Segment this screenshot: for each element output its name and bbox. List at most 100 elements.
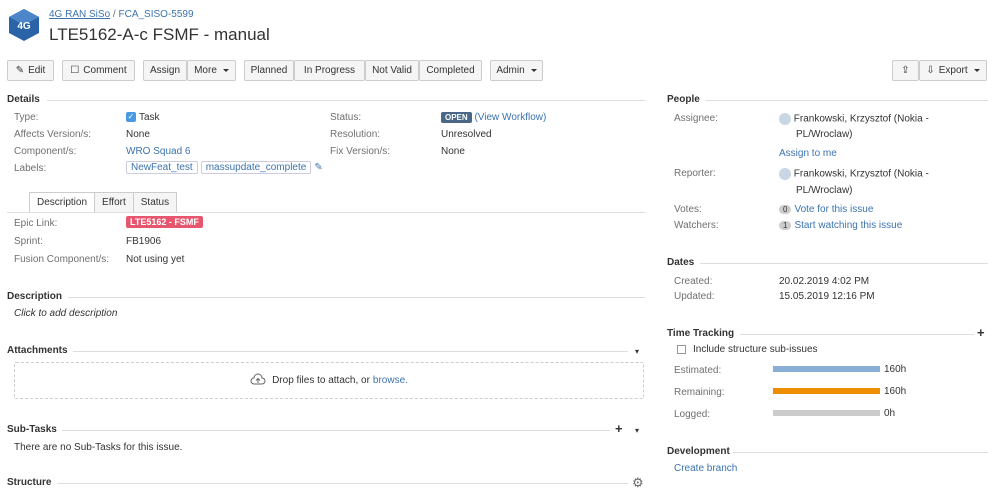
completed-button[interactable]: Completed <box>419 60 482 81</box>
status-value: OPEN (View Workflow) <box>441 112 546 123</box>
edit-button[interactable]: ✎ Edit <box>7 60 54 81</box>
labels-label: Labels: <box>14 163 47 174</box>
watch-link[interactable]: Start watching this issue <box>794 220 902 231</box>
votes-count: 0 <box>779 205 792 214</box>
include-subissues-checkbox[interactable] <box>677 344 686 354</box>
updated-label: Updated: <box>674 291 715 302</box>
vote-link[interactable]: Vote for this issue <box>794 204 873 215</box>
divider <box>58 483 628 484</box>
breadcrumb: 4G RAN SiSo / FCA_SISO-5599 <box>49 9 194 20</box>
tab-effort[interactable]: Effort <box>94 192 134 212</box>
component-link[interactable]: WRO Squad 6 <box>126 146 190 157</box>
watchers-label: Watchers: <box>674 220 719 231</box>
fusion-label: Fusion Component/s: <box>14 254 110 265</box>
export-icon: ⇩ <box>926 65 935 76</box>
epic-label: Epic Link: <box>14 218 58 229</box>
svg-text:4G: 4G <box>17 21 31 32</box>
include-subissues-row[interactable]: Include structure sub-issues <box>677 344 818 355</box>
assignee-value-line2: PL/Wroclaw) <box>796 129 853 140</box>
created-value: 20.02.2019 4:02 PM <box>779 276 870 287</box>
divider <box>740 334 974 335</box>
page-title: LTE5162-A-c FSMF - manual <box>49 25 270 44</box>
type-value: ✓ Task <box>126 112 160 123</box>
divider <box>62 430 610 431</box>
tab-status[interactable]: Status <box>132 192 178 212</box>
dates-heading: Dates <box>667 257 695 268</box>
dropzone-text: Drop files to attach, or <box>272 375 370 386</box>
description-field[interactable]: Click to add description <box>14 308 117 319</box>
comment-icon: ☐ <box>70 65 80 76</box>
epic-link[interactable]: LTE5162 - FSMF <box>126 216 203 228</box>
chevron-down-icon[interactable]: ▾ <box>635 426 639 435</box>
not-valid-button[interactable]: Not Valid <box>365 60 419 81</box>
status-badge: OPEN <box>441 112 472 123</box>
add-icon[interactable]: + <box>615 421 623 436</box>
create-branch-link[interactable]: Create branch <box>674 463 737 474</box>
breadcrumb-separator: / <box>112 9 116 20</box>
detail-tabs: Description Effort Status <box>29 192 178 212</box>
chevron-down-icon <box>222 69 229 72</box>
add-icon[interactable]: + <box>977 325 985 340</box>
chevron-down-icon[interactable]: ▾ <box>635 347 639 356</box>
avatar <box>779 113 791 125</box>
updated-value: 15.05.2019 12:16 PM <box>779 291 875 302</box>
divider <box>700 263 988 264</box>
votes-label: Votes: <box>674 204 702 215</box>
estimated-value: 160h <box>884 364 907 375</box>
resolution-label: Resolution: <box>330 129 381 140</box>
subtasks-heading: Sub-Tasks <box>7 424 57 435</box>
share-icon: ⇪ <box>901 65 910 76</box>
project-logo[interactable]: 4G <box>8 8 40 42</box>
divider <box>7 212 645 213</box>
created-label: Created: <box>674 276 713 287</box>
attachment-dropzone[interactable]: Drop files to attach, or browse. <box>14 362 644 399</box>
remaining-label: Remaining: <box>674 387 725 398</box>
development-heading: Development <box>667 446 730 457</box>
subtasks-empty-text: There are no Sub-Tasks for this issue. <box>14 442 183 453</box>
estimated-bar <box>773 366 880 372</box>
comment-button[interactable]: ☐ Comment <box>62 60 135 81</box>
tab-description[interactable]: Description <box>29 192 96 212</box>
gear-icon[interactable]: ⚙ <box>632 475 644 491</box>
remaining-value: 160h <box>884 386 907 397</box>
details-heading: Details <box>7 94 40 105</box>
more-dropdown[interactable]: More <box>187 60 236 81</box>
divider <box>68 297 645 298</box>
view-workflow-link[interactable]: (View Workflow) <box>474 112 546 123</box>
share-button[interactable]: ⇪ <box>892 60 919 81</box>
fix-version-value: None <box>441 146 465 157</box>
assign-button[interactable]: Assign <box>143 60 187 81</box>
labels-list: NewFeat_test massupdate_complete ✎ <box>126 161 323 174</box>
structure-heading: Structure <box>7 477 52 488</box>
assignee-value[interactable]: Frankowski, Krzysztof (Nokia - <box>779 113 929 125</box>
breadcrumb-issue-key[interactable]: FCA_SISO-5599 <box>118 9 193 20</box>
avatar <box>779 168 791 180</box>
cloud-upload-icon <box>250 373 266 388</box>
affects-value: None <box>126 129 150 140</box>
export-dropdown[interactable]: ⇩ Export <box>919 60 987 81</box>
pencil-icon: ✎ <box>15 65 25 76</box>
pencil-icon[interactable]: ✎ <box>314 162 322 173</box>
time-tracking-heading: Time Tracking <box>667 328 735 339</box>
divider <box>706 100 988 101</box>
reporter-value[interactable]: Frankowski, Krzysztof (Nokia - <box>779 168 929 180</box>
assign-to-me-link[interactable]: Assign to me <box>779 148 837 159</box>
divider <box>47 100 645 101</box>
admin-dropdown[interactable]: Admin <box>490 60 543 81</box>
task-icon: ✓ <box>126 112 136 123</box>
planned-button[interactable]: Planned <box>244 60 294 81</box>
label-tag[interactable]: NewFeat_test <box>126 161 198 174</box>
reporter-value-line2: PL/Wroclaw) <box>796 185 853 196</box>
attachments-heading: Attachments <box>7 345 68 356</box>
chevron-down-icon <box>530 69 537 72</box>
status-label: Status: <box>330 112 362 123</box>
breadcrumb-project-link[interactable]: 4G RAN SiSo <box>49 9 110 20</box>
browse-link[interactable]: browse. <box>373 375 408 386</box>
resolution-value: Unresolved <box>441 129 492 140</box>
people-heading: People <box>667 94 700 105</box>
watchers-count: 1 <box>779 221 792 230</box>
in-progress-button[interactable]: In Progress <box>294 60 365 81</box>
sprint-label: Sprint: <box>14 236 43 247</box>
epic-value: LTE5162 - FSMF <box>126 216 203 228</box>
label-tag[interactable]: massupdate_complete <box>200 161 312 174</box>
